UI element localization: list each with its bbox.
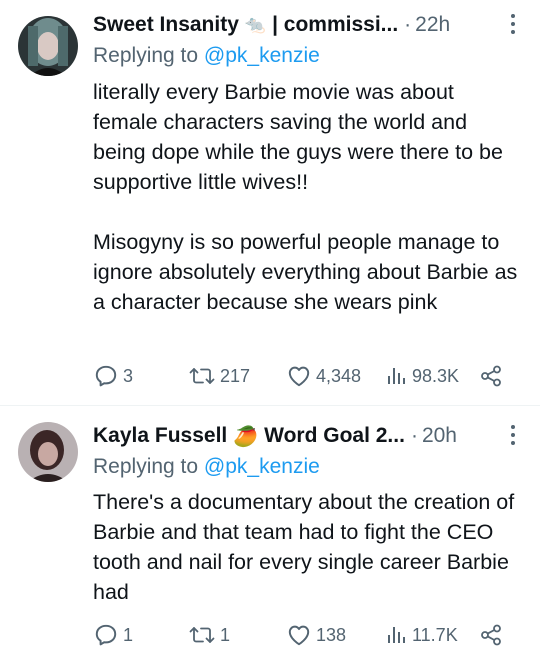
replying-to: Replying to @pk_kenzie <box>93 44 320 68</box>
avatar-image <box>18 422 78 482</box>
views-chart-icon <box>388 368 405 384</box>
retweet-button[interactable]: 1 <box>188 620 230 650</box>
like-button[interactable]: 138 <box>286 620 346 650</box>
retweet-count: 217 <box>220 365 251 386</box>
like-button[interactable]: 4,348 <box>286 361 361 391</box>
retweet-icon <box>189 368 215 384</box>
view-count: 11.7K <box>412 624 458 645</box>
share-button[interactable] <box>479 361 503 391</box>
tweet-text: literally every Barbie movie was about f… <box>93 80 518 314</box>
timestamp[interactable]: 22h <box>415 13 450 37</box>
reply-button[interactable]: 3 <box>93 361 133 391</box>
avatar[interactable] <box>18 422 78 482</box>
more-options-icon[interactable] <box>510 14 516 36</box>
replying-to-label: Replying to <box>93 455 204 478</box>
reply-handle-link[interactable]: @pk_kenzie <box>204 455 320 478</box>
share-button[interactable] <box>479 620 503 650</box>
reply-handle-link[interactable]: @pk_kenzie <box>204 44 320 67</box>
reply-count: 1 <box>123 624 134 645</box>
retweet-button[interactable]: 217 <box>188 361 250 391</box>
author-name-suffix[interactable]: Word Goal 2... <box>264 424 405 448</box>
like-count: 138 <box>316 624 347 645</box>
reply-icon <box>95 365 117 387</box>
retweet-icon <box>189 627 215 643</box>
tweet-text: There's a documentary about the creation… <box>93 490 521 604</box>
tweet-2[interactable]: Kayla Fussell 🥭 Word Goal 2... · 20h Rep… <box>0 406 540 662</box>
author-name[interactable]: Sweet Insanity <box>93 13 239 37</box>
rat-emoji: 🐀 <box>244 15 267 34</box>
separator-dot: · <box>410 424 418 447</box>
avatar-image <box>18 16 78 76</box>
heart-icon <box>288 366 310 387</box>
tweet-header: Kayla Fussell 🥭 Word Goal 2... · 20h <box>93 421 524 451</box>
more-options-icon[interactable] <box>510 425 516 447</box>
author-name[interactable]: Kayla Fussell <box>93 424 227 448</box>
views-button[interactable]: 11.7K <box>384 620 458 650</box>
views-chart-icon <box>388 627 405 643</box>
separator-dot: · <box>404 13 412 36</box>
action-bar: 1 1 138 11.7K <box>93 620 510 650</box>
view-count: 98.3K <box>412 365 460 386</box>
heart-icon <box>288 625 310 646</box>
retweet-count: 1 <box>220 624 231 645</box>
reply-button[interactable]: 1 <box>93 620 133 650</box>
reply-count: 3 <box>123 365 134 386</box>
like-count: 4,348 <box>316 365 362 386</box>
replying-to: Replying to @pk_kenzie <box>93 455 320 479</box>
views-button[interactable]: 98.3K <box>384 361 459 391</box>
timestamp[interactable]: 20h <box>422 424 457 448</box>
tweet-header: Sweet Insanity 🐀 | commissi... · 22h <box>93 10 524 40</box>
share-icon <box>481 624 501 646</box>
tweet-1[interactable]: Sweet Insanity 🐀 | commissi... · 22h Rep… <box>0 0 540 404</box>
share-icon <box>481 365 501 387</box>
action-bar: 3 217 4,348 98.3K <box>93 361 510 391</box>
reply-icon <box>95 624 117 646</box>
replying-to-label: Replying to <box>93 44 204 67</box>
avatar[interactable] <box>18 16 78 76</box>
author-name-suffix[interactable]: | commissi... <box>272 13 398 37</box>
mango-emoji: 🥭 <box>233 425 259 448</box>
